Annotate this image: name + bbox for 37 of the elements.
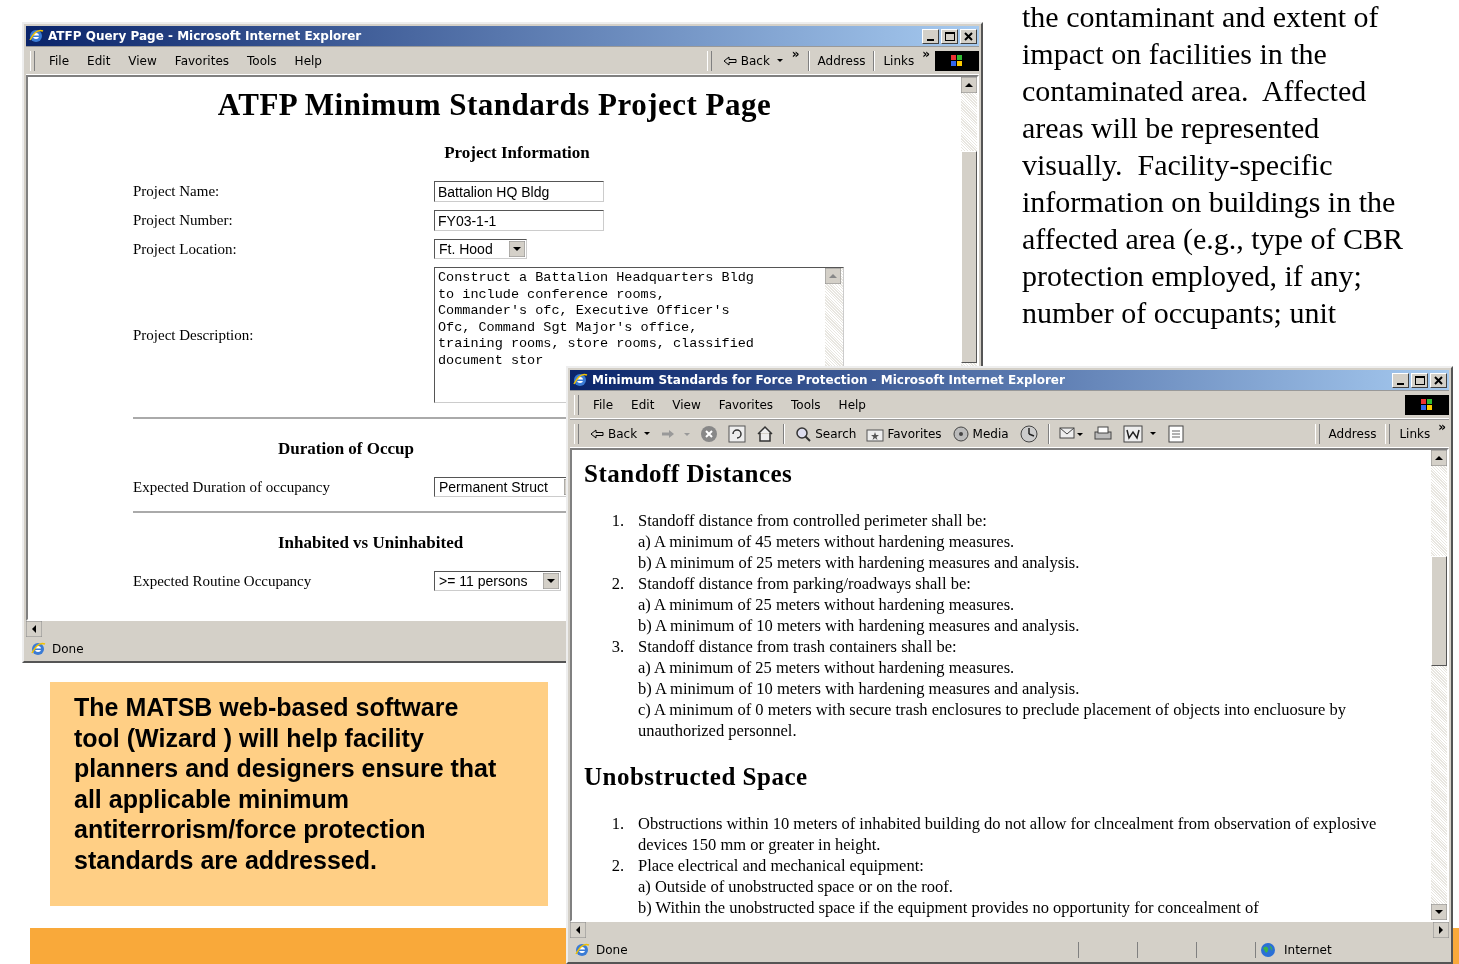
sub-item-text: a) Outside of unobstructed space or on the roof. — [638, 876, 954, 897]
field-label: Project Description: — [133, 326, 255, 344]
sub-item-text: b) Within the unobstructed space if the equipment provides no opportunity for concealment of — [638, 897, 1260, 918]
list-item-text: Standoff distance from controlled perimeter shall be: — [638, 510, 988, 531]
sub-item-text: a) A minimum of 25 meters without hardening measures. — [638, 657, 1016, 678]
field-label: Expected Duration of occupancy — [133, 478, 331, 496]
section-heading: Project Information — [444, 143, 590, 163]
status-text: Done — [596, 943, 628, 957]
list-item-text: Standoff distance from parking/roadways shall be: — [638, 573, 972, 594]
slide-paragraph: the contaminant and extent of impact on facilities in the contaminated area. Affected areas will be represented visually. Facility-specific information on buildings in the affected area (e.g., type of CBR protection employed, if any; number of occupants; unit — [1022, 0, 1403, 331]
section-heading: Inhabited vs Uninhabited — [278, 533, 464, 553]
sub-item-text: b) A minimum of 10 meters with hardening measures and analysis. — [638, 678, 1081, 699]
section-heading: Duration of Occup — [278, 439, 414, 459]
list-number: 1. — [610, 510, 625, 532]
sub-item-text: c) A minimum of 0 meters with secure trash enclosures to preclude placement of objects into encluosure by unauthorized personnel. — [638, 699, 1347, 741]
section-heading: Standoff Distances — [584, 460, 794, 488]
list-number: 3. — [610, 636, 625, 658]
sub-item-text: b) A minimum of 25 meters with hardening measures and analysis. — [638, 552, 1081, 573]
list-item-text: Obstructions within 10 meters of inhabited building do not allow for clncealment from observation of explosive devices 150 mm or greater in height. — [638, 813, 1378, 855]
sub-item-text: b) A minimum of 10 meters with hardening measures and analysis. — [638, 615, 1081, 636]
list-number: 1. — [610, 813, 625, 835]
window-title: ATFP Query Page - Microsoft Internet Explorer — [48, 29, 362, 43]
sub-item-text: a) A minimum of 25 meters without hardening measures. — [638, 594, 1016, 615]
callout-text: The MATSB web-based software tool (Wizard ) will help facility planners and designers ensure that all applicable minimum antiterrorism/force protection standards are addressed. — [74, 692, 498, 875]
list-item-text: Standoff distance from trash containers shall be: — [638, 636, 958, 657]
section-heading: Unobstructed Space — [584, 763, 809, 791]
status-text: Done — [52, 642, 84, 656]
field-label: Project Location: — [133, 240, 238, 258]
page-heading: ATFP Minimum Standards Project Page — [216, 87, 773, 123]
list-number: 2. — [610, 855, 625, 877]
list-number: 2. — [610, 573, 625, 595]
list-item-text: Place electrical and mechanical equipment: — [638, 855, 925, 876]
field-label: Expected Routine Occupancy — [133, 572, 313, 590]
zone-text: Internet — [1284, 943, 1332, 957]
field-label: Project Name: — [133, 183, 221, 200]
sub-item-text: a) A minimum of 45 meters without hardening measures. — [638, 531, 1016, 552]
field-label: Project Number: — [133, 212, 234, 229]
